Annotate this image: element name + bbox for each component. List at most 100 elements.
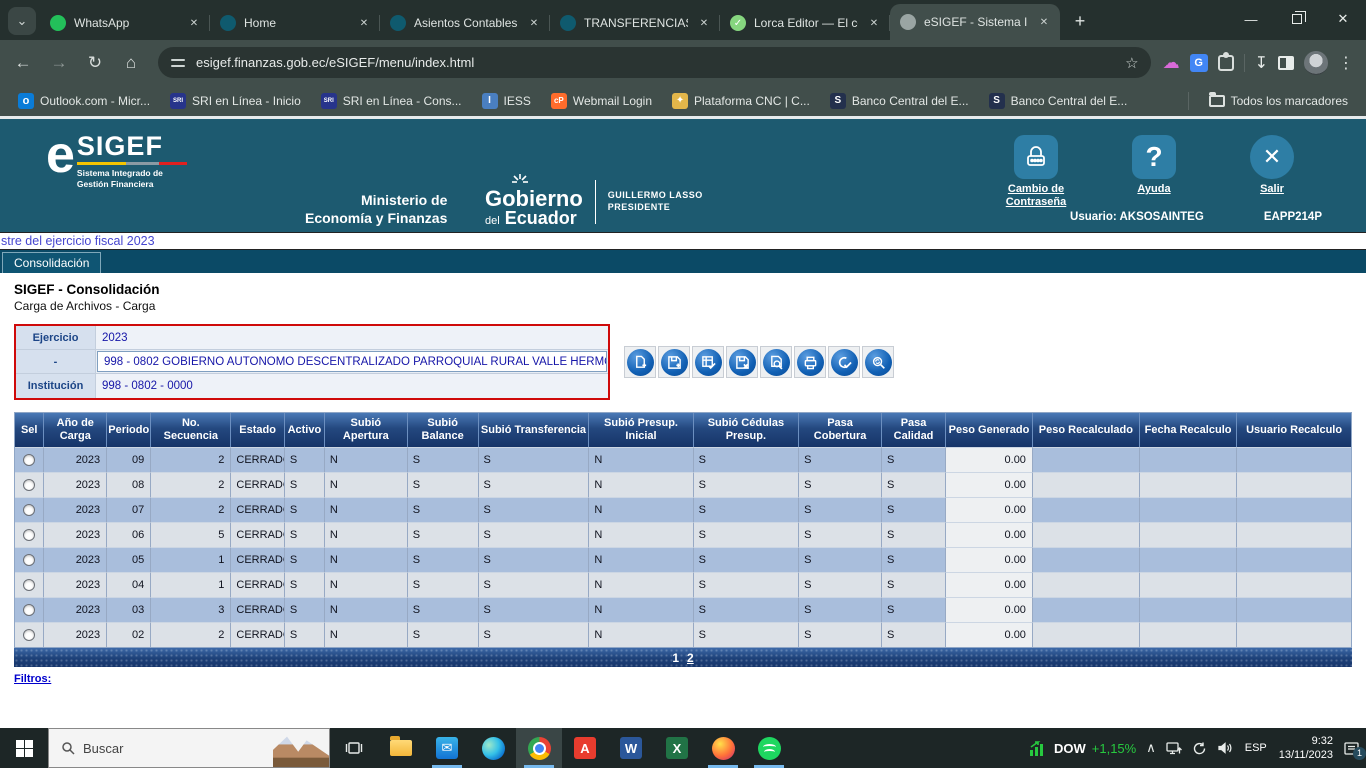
sync-icon[interactable] bbox=[1192, 741, 1207, 756]
taskbar-app-mail[interactable]: ✉ bbox=[424, 728, 470, 768]
task-view-button[interactable] bbox=[330, 728, 378, 768]
taskbar-app-word[interactable]: W bbox=[608, 728, 654, 768]
taskbar-app-chrome[interactable] bbox=[516, 728, 562, 768]
change-password-label[interactable]: Cambio de Contraseña bbox=[992, 183, 1080, 209]
save-record-button[interactable] bbox=[658, 346, 690, 378]
notification-center-button[interactable]: 1 bbox=[1343, 741, 1360, 756]
column-header[interactable]: Estado bbox=[231, 413, 284, 447]
row-select-radio[interactable] bbox=[23, 479, 35, 491]
table-row[interactable]: 2023041CERRADOSNSSNSSS0.00 bbox=[15, 572, 1351, 597]
column-header[interactable]: Pasa Cobertura bbox=[799, 413, 882, 447]
browser-tab[interactable]: Asientos Contables✕ bbox=[380, 6, 550, 40]
row-select-radio[interactable] bbox=[23, 504, 35, 516]
taskbar-app-excel[interactable]: X bbox=[654, 728, 700, 768]
table-row[interactable]: 2023033CERRADOSNSSNSSS0.00 bbox=[15, 597, 1351, 622]
close-window-button[interactable]: ✕ bbox=[1320, 0, 1366, 38]
browser-tab[interactable]: eSIGEF - Sistema Inte✕ bbox=[890, 4, 1060, 40]
column-header[interactable]: Fecha Recalculo bbox=[1140, 413, 1238, 447]
form-field-value[interactable]: 2023 bbox=[96, 326, 608, 349]
bookmark-item[interactable]: SRISRI en Línea - Inicio bbox=[162, 90, 309, 112]
tab-close-icon[interactable]: ✕ bbox=[526, 15, 542, 31]
tab-close-icon[interactable]: ✕ bbox=[356, 15, 372, 31]
recalculate-button[interactable] bbox=[862, 346, 894, 378]
bookmark-item[interactable]: SBanco Central del E... bbox=[822, 90, 977, 112]
network-icon[interactable] bbox=[1166, 741, 1182, 755]
url-text[interactable]: esigef.finanzas.gob.ec/eSIGEF/menu/index… bbox=[196, 55, 1115, 70]
downloads-icon[interactable]: ↧ bbox=[1255, 53, 1268, 73]
row-select-radio[interactable] bbox=[23, 579, 35, 591]
column-header[interactable]: Subió Presup. Inicial bbox=[589, 413, 693, 447]
all-bookmarks-button[interactable]: Todos los marcadores bbox=[1201, 91, 1356, 111]
side-panel-icon[interactable] bbox=[1278, 56, 1294, 70]
bookmark-item[interactable]: SBanco Central del E... bbox=[981, 90, 1136, 112]
help-button[interactable]: ? bbox=[1132, 135, 1176, 179]
menu-item-consolidacion[interactable]: Consolidación bbox=[2, 252, 101, 273]
column-header[interactable]: Pasa Calidad bbox=[882, 413, 946, 447]
exit-label[interactable]: Salir bbox=[1260, 183, 1284, 196]
page-number-current[interactable]: 1 bbox=[672, 651, 679, 665]
new-tab-button[interactable]: + bbox=[1066, 7, 1094, 35]
browser-tab[interactable]: TRANSFERENCIAS RE✕ bbox=[550, 6, 720, 40]
extensions-puzzle-icon[interactable] bbox=[1218, 55, 1234, 71]
table-row[interactable]: 2023051CERRADOSNSSNSSS0.00 bbox=[15, 547, 1351, 572]
column-header[interactable]: Subió Apertura bbox=[325, 413, 408, 447]
row-select-radio[interactable] bbox=[23, 554, 35, 566]
tab-close-icon[interactable]: ✕ bbox=[696, 15, 712, 31]
taskbar-search[interactable]: Buscar bbox=[48, 728, 330, 768]
help-label[interactable]: Ayuda bbox=[1137, 183, 1170, 196]
form-field-value[interactable]: 998 - 0802 - 0000 bbox=[96, 374, 608, 398]
search-highlight-image[interactable] bbox=[273, 729, 329, 767]
validate-record-button[interactable] bbox=[692, 346, 724, 378]
preview-record-button[interactable] bbox=[760, 346, 792, 378]
column-header[interactable]: Periodo bbox=[107, 413, 151, 447]
translate-icon[interactable]: G bbox=[1190, 54, 1208, 72]
back-button[interactable]: ← bbox=[8, 48, 38, 78]
table-row[interactable]: 2023065CERRADOSNSSNSSS0.00 bbox=[15, 522, 1351, 547]
tab-search-button[interactable]: ⌄ bbox=[8, 7, 36, 35]
tab-close-icon[interactable]: ✕ bbox=[866, 15, 882, 31]
table-row[interactable]: 2023092CERRADOSNSSNSSS0.00 bbox=[15, 447, 1351, 472]
row-select-radio[interactable] bbox=[23, 454, 35, 466]
column-header[interactable]: Usuario Recalculo bbox=[1237, 413, 1351, 447]
forward-button[interactable]: → bbox=[44, 48, 74, 78]
table-row[interactable]: 2023082CERRADOSNSSNSSS0.00 bbox=[15, 472, 1351, 497]
quality-check-button[interactable] bbox=[828, 346, 860, 378]
start-button[interactable] bbox=[0, 728, 48, 768]
taskbar-app-firefox[interactable] bbox=[700, 728, 746, 768]
column-header[interactable]: Activo bbox=[285, 413, 325, 447]
tab-close-icon[interactable]: ✕ bbox=[1036, 14, 1052, 30]
minimize-button[interactable]: — bbox=[1228, 0, 1274, 38]
column-header[interactable]: Peso Recalculado bbox=[1033, 413, 1140, 447]
restore-button[interactable] bbox=[1274, 0, 1320, 38]
bookmark-item[interactable]: oOutlook.com - Micr... bbox=[10, 90, 158, 112]
column-header[interactable]: No. Secuencia bbox=[151, 413, 231, 447]
table-row[interactable]: 2023072CERRADOSNSSNSSS0.00 bbox=[15, 497, 1351, 522]
row-select-radio[interactable] bbox=[23, 604, 35, 616]
extension-cloud-icon[interactable]: ☁ bbox=[1163, 53, 1180, 73]
create-record-button[interactable] bbox=[624, 346, 656, 378]
page-number-link[interactable]: 2 bbox=[687, 651, 694, 665]
hidden-icons-chevron[interactable]: ∧ bbox=[1146, 740, 1156, 756]
column-header[interactable]: Año de Carga bbox=[44, 413, 107, 447]
home-button[interactable]: ⌂ bbox=[116, 48, 146, 78]
bookmark-item[interactable]: cPWebmail Login bbox=[543, 90, 660, 112]
site-settings-icon[interactable] bbox=[170, 55, 186, 71]
form-field-value[interactable]: 998 - 0802 GOBIERNO AUTONOMO DESCENTRALI… bbox=[97, 351, 607, 372]
taskbar-app-spotify[interactable] bbox=[746, 728, 792, 768]
browser-menu-icon[interactable]: ⋮ bbox=[1338, 53, 1354, 73]
row-select-radio[interactable] bbox=[23, 629, 35, 641]
delete-record-button[interactable] bbox=[726, 346, 758, 378]
print-button[interactable] bbox=[794, 346, 826, 378]
row-select-radio[interactable] bbox=[23, 529, 35, 541]
language-indicator[interactable]: ESP bbox=[1243, 742, 1269, 754]
change-password-button[interactable] bbox=[1014, 135, 1058, 179]
volume-icon[interactable] bbox=[1217, 741, 1233, 755]
column-header[interactable]: Subió Cédulas Presup. bbox=[694, 413, 800, 447]
filters-link[interactable]: Filtros: bbox=[14, 673, 51, 685]
column-header[interactable]: Subió Transferencia bbox=[479, 413, 590, 447]
bookmark-item[interactable]: ✦Plataforma CNC | C... bbox=[664, 90, 818, 112]
column-header[interactable]: Peso Generado bbox=[946, 413, 1033, 447]
clock[interactable]: 9:32 13/11/2023 bbox=[1279, 734, 1333, 763]
profile-avatar[interactable] bbox=[1304, 51, 1328, 75]
taskbar-app-edge[interactable] bbox=[470, 728, 516, 768]
